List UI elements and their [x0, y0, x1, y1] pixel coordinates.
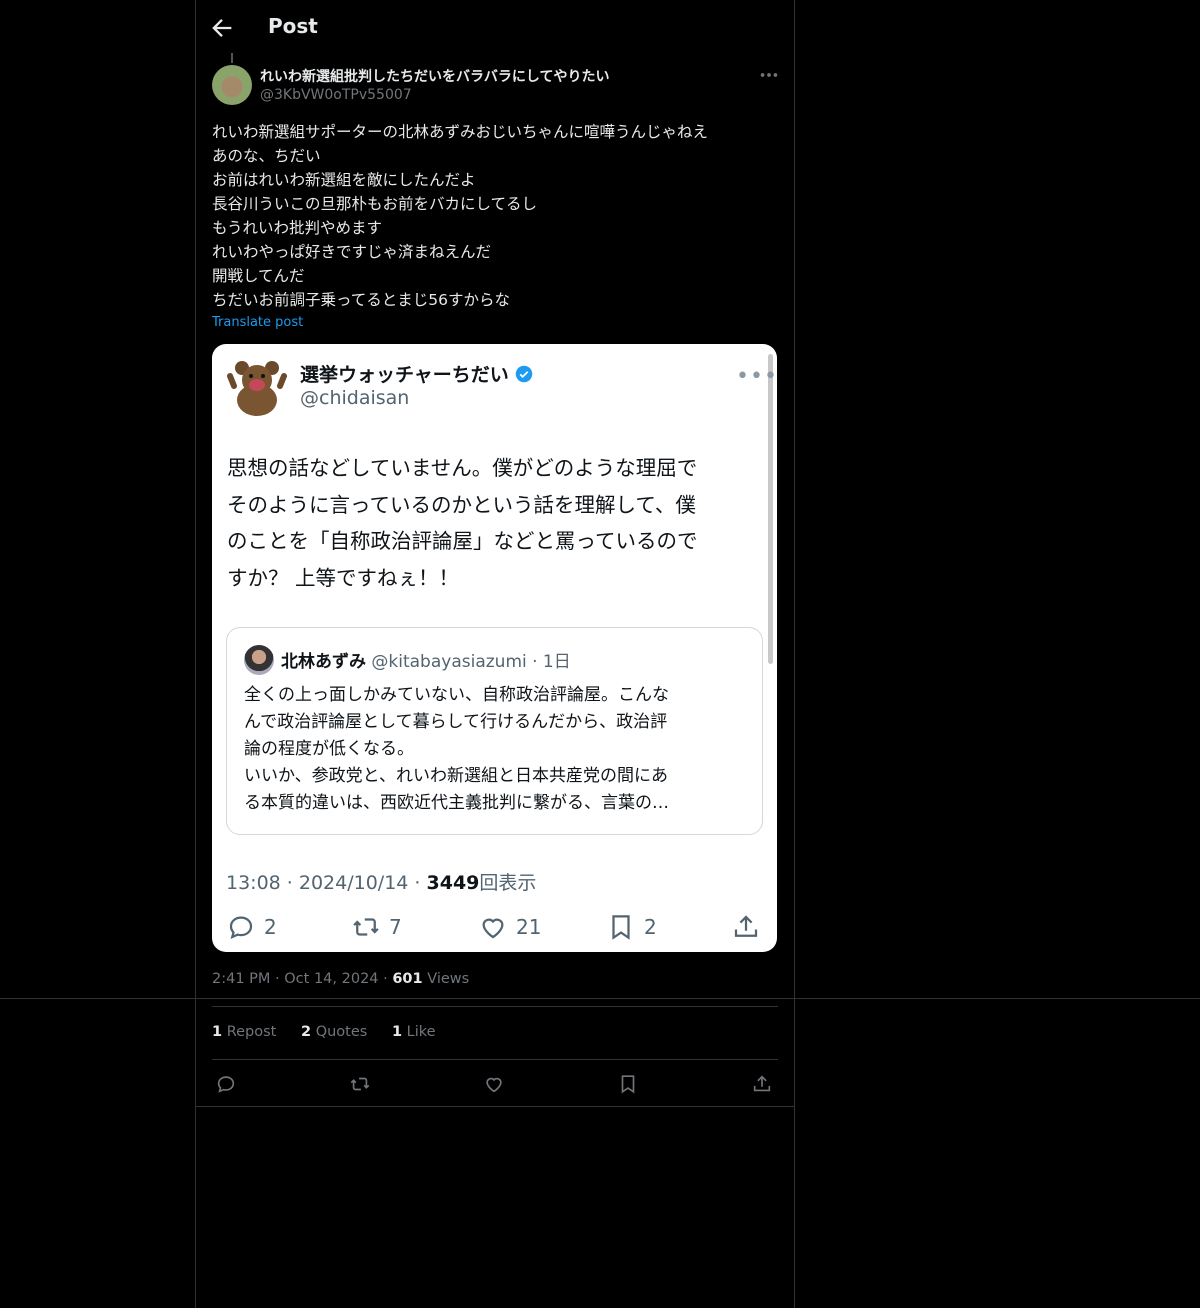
engagement-stats: 1 Repost 2 Quotes 1 Like [212, 1024, 456, 1040]
nested-quote-line: 論の程度が低くなる。 [244, 739, 414, 759]
post-line: れいわ新選組サポーターの北林あずみおじいちゃんに喧嘩うんじゃねえ [212, 123, 709, 141]
more-dots-icon [760, 73, 778, 77]
quoted-share-stat [731, 912, 769, 942]
nested-quote-avatar [244, 645, 274, 675]
attached-image[interactable]: 選挙ウォッチャーちだい @chidaisan ••• 思想の話などしていません。… [212, 344, 777, 952]
heart-icon [486, 1077, 502, 1093]
quoted-author-name-text: 選挙ウォッチャーちだい [300, 364, 509, 386]
quoted-meta: 13:08 · 2024/10/14 · 3449回表示 [226, 868, 536, 895]
heart-icon [482, 918, 504, 939]
more-dots-icon: ••• [736, 364, 777, 389]
likes-link[interactable]: 1 Like [392, 1024, 436, 1040]
quoted-timestamp: 13:08 · 2024/10/14 · [226, 872, 427, 894]
repost-icon [350, 1077, 370, 1091]
reposts-label: Repost [226, 1024, 277, 1040]
quoted-views-count: 3449 [426, 872, 480, 894]
quoted-repost-stat: 7 [351, 912, 402, 942]
meta-separator: · [275, 971, 280, 987]
quoted-reply-stat: 2 [226, 912, 277, 942]
nested-quote-line: 全くの上っ面しかみていない、自称政治評論屋。こんな [244, 685, 669, 705]
nested-quote-line: る本質的違いは、西欧近代主義批判に繋がる、言葉の… [244, 793, 669, 813]
post-time[interactable]: 2:41 PM [212, 971, 270, 987]
bookmark-button[interactable] [614, 1070, 642, 1098]
share-icon [753, 1075, 771, 1092]
quoted-line: そのように言っているのかという話を理解して、僕 [227, 492, 696, 517]
post-line: もうれいわ批判やめます [212, 219, 383, 237]
quoted-author-handle: @chidaisan [300, 387, 410, 409]
repost-icon [353, 918, 379, 936]
divider [195, 1106, 795, 1107]
reply-icon [229, 916, 253, 939]
quoted-bookmark-count: 2 [644, 915, 657, 939]
post-line: お前はれいわ新選組を敵にしたんだよ [212, 171, 476, 189]
repost-button[interactable] [346, 1070, 374, 1098]
quoted-views-label: 回表示 [479, 872, 537, 894]
post-text: れいわ新選組サポーターの北林あずみおじいちゃんに喧嘩うんじゃねえ あのな、ちだい… [212, 120, 782, 312]
share-button[interactable] [748, 1070, 776, 1098]
nested-quote-line: んで政治評論屋として暮らして行けるんだから、政治評 [244, 712, 668, 732]
post-meta: 2:41 PM · Oct 14, 2024 · 601 Views [212, 971, 469, 987]
reposts-count: 1 [212, 1024, 223, 1040]
post-date[interactable]: Oct 14, 2024 [284, 971, 378, 987]
reply-icon [217, 1076, 235, 1093]
post-line: 長谷川ういこの旦那朴もお前をバカにしてるし [212, 195, 538, 213]
nested-quote-text: 全くの上っ面しかみていない、自称政治評論屋。こんな んで政治評論屋として暮らして… [244, 682, 754, 817]
quoted-author-name: 選挙ウォッチャーちだい [300, 360, 533, 387]
reposts-link[interactable]: 1 Repost [212, 1024, 276, 1040]
arrow-left-icon [212, 19, 232, 37]
nested-quote-header: 北林あずみ @kitabayasiazumi · 1日 [281, 647, 571, 672]
quotes-label: Quotes [315, 1024, 368, 1040]
likes-count: 1 [391, 1024, 403, 1040]
quoted-post-text: 思想の話などしていません。僕がどのような理屈で そのように言っているのかという話… [227, 450, 762, 596]
quoted-repost-count: 7 [389, 915, 402, 939]
quotes-count: 2 [300, 1024, 312, 1040]
back-button[interactable] [208, 14, 236, 42]
bookmark-icon [612, 915, 630, 940]
post-line: れいわやっぱ好きですじゃ済まねえんだ [212, 243, 492, 261]
nested-quote-line: いいか、参政党と、れいわ新選組と日本共産党の間にあ [244, 766, 668, 786]
quoted-line: のことを「自称政治評論屋」などと罵っているので [227, 529, 698, 553]
post-line: 開戦してんだ [212, 267, 305, 285]
action-bar [212, 1070, 778, 1098]
views-count: 601 [392, 971, 423, 987]
likes-label: Like [406, 1024, 436, 1040]
nested-quote-handle-time: @kitabayasiazumi · 1日 [371, 652, 571, 672]
verified-badge-icon [515, 365, 533, 383]
post-line: あのな、ちだい [212, 147, 321, 165]
divider [212, 1006, 778, 1007]
divider [212, 1059, 778, 1060]
quoted-stats-bar: 2 7 21 2 [226, 912, 766, 948]
quoted-like-stat: 21 [478, 912, 541, 942]
bookmark-icon [621, 1075, 635, 1094]
author-name[interactable]: れいわ新選組批判したちだいをバラバラにしてやりたい [260, 66, 609, 86]
image-scrollbar [768, 354, 773, 664]
meta-separator: · [383, 971, 388, 987]
author-handle[interactable]: @3KbVW0oTPv55007 [260, 87, 412, 103]
translate-post-link[interactable]: Translate post [212, 315, 303, 330]
more-options-button[interactable] [758, 64, 780, 86]
post-line: ちだいお前調子乗ってるとまじ56すからな [212, 291, 510, 309]
bear-avatar-icon [227, 361, 287, 416]
quotes-link[interactable]: 2 Quotes [301, 1024, 367, 1040]
quoted-like-count: 21 [516, 915, 542, 939]
author-avatar[interactable] [212, 65, 252, 105]
like-button[interactable] [480, 1070, 508, 1098]
quoted-reply-count: 2 [264, 915, 277, 939]
share-icon [734, 915, 758, 937]
quoted-line: 思想の話などしていません。僕がどのような理屈で [227, 456, 698, 480]
views-label: Views [427, 971, 470, 987]
nested-quote-name: 北林あずみ [281, 652, 366, 672]
page-title: Post [268, 14, 318, 38]
nested-quote-card: 北林あずみ @kitabayasiazumi · 1日 全くの上っ面しかみていな… [226, 627, 763, 835]
thread-line [231, 53, 233, 63]
reply-button[interactable] [212, 1070, 240, 1098]
divider [0, 998, 1200, 999]
quoted-line: すか？ 上等ですねぇ！！ [227, 565, 460, 590]
quoted-bookmark-stat: 2 [606, 912, 657, 942]
